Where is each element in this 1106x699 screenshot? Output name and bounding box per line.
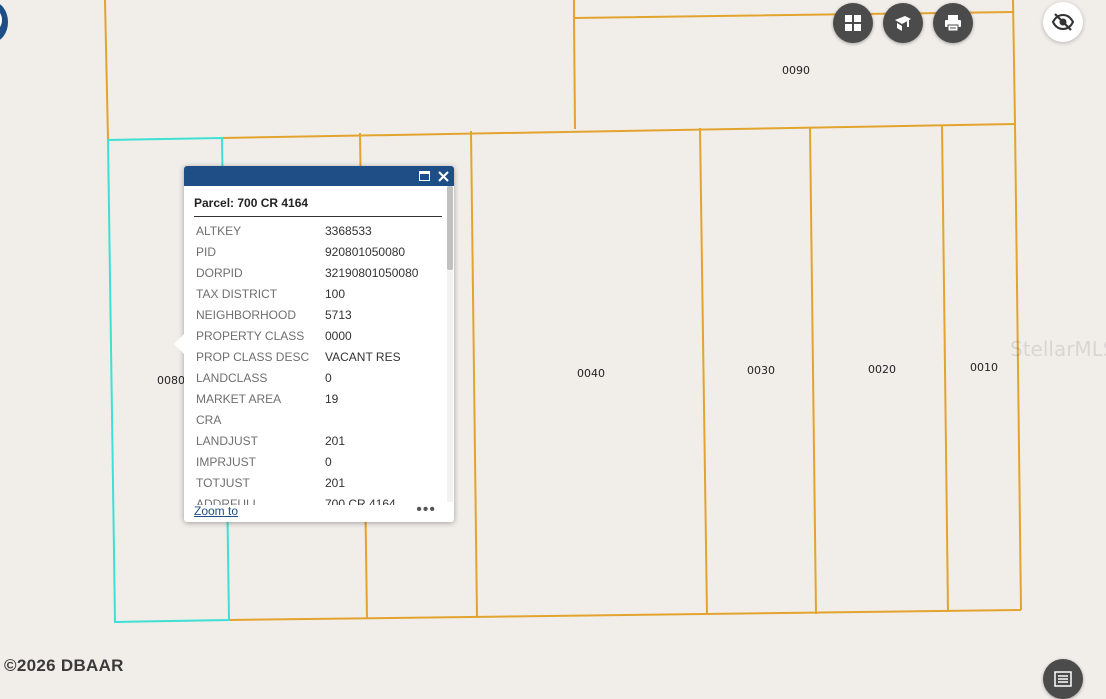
- eye-slash-icon: [1052, 13, 1074, 31]
- attribute-table: ALTKEY 3368533 PID 920801050080 DORPID 321908…: [194, 221, 446, 505]
- attribute-value: 3368533: [325, 224, 372, 238]
- attribute-key: TOTJUST: [196, 476, 250, 490]
- parcel-0090-left-boundary: [573, 17, 576, 130]
- attribute-row: DORPID 32190801050080: [194, 263, 446, 284]
- attribute-value: VACANT RES: [325, 350, 401, 364]
- attribute-key: LANDCLASS: [196, 371, 268, 385]
- parcel-far-left-boundary: [104, 0, 109, 141]
- measure-icon: [895, 16, 911, 31]
- attribute-key: TAX DISTRICT: [196, 287, 278, 301]
- parcel-label-0030: 0030: [747, 364, 775, 377]
- parcel-label-0040: 0040: [577, 367, 605, 380]
- attribute-key: ALTKEY: [196, 224, 242, 238]
- attribute-key: PROP CLASS DESC: [196, 350, 310, 364]
- attribute-key: PID: [196, 245, 217, 259]
- attribute-row: LANDJUST 201: [194, 431, 446, 452]
- maximize-icon: [418, 171, 430, 181]
- row-top-boundary: [221, 123, 1016, 139]
- layer-list-button[interactable]: [1043, 659, 1083, 699]
- attribute-row: TOTJUST 201: [194, 473, 446, 494]
- parcel-label-0010: 0010: [970, 361, 998, 374]
- basemap-gallery-button[interactable]: [833, 3, 873, 43]
- parcel-divider-5: [941, 124, 949, 613]
- attribute-key: DORPID: [196, 266, 243, 280]
- scroll-thumb[interactable]: [447, 186, 453, 270]
- parcel-label-0090: 0090: [782, 64, 810, 77]
- attribute-row: IMPRJUST 0: [194, 452, 446, 473]
- attribute-value: 100: [325, 287, 346, 301]
- attribute-value: 920801050080: [325, 245, 406, 259]
- popup-titlebar: [184, 166, 454, 186]
- attribute-row: MARKET AREA 19: [194, 389, 446, 410]
- attribute-key: LANDJUST: [196, 434, 259, 448]
- measure-button[interactable]: [883, 3, 923, 43]
- attribute-value: 0: [325, 455, 332, 469]
- close-button[interactable]: [435, 168, 451, 184]
- attribute-key: IMPRJUST: [196, 455, 256, 469]
- attribute-value: 19: [325, 392, 339, 406]
- attribute-value: 32190801050080: [325, 266, 419, 280]
- parcel-divider-3: [699, 127, 708, 616]
- zoom-to-link[interactable]: Zoom to: [194, 504, 238, 518]
- watermark: StellarMLS: [1010, 337, 1106, 361]
- parcel-divider-6: [1014, 123, 1022, 611]
- attribute-value: 201: [325, 476, 346, 490]
- attribute-key: NEIGHBORHOOD: [196, 308, 297, 322]
- attribute-key: CRA: [196, 413, 222, 427]
- basemap-gallery-icon: [845, 15, 861, 31]
- visibility-toggle-button[interactable]: [1043, 2, 1083, 42]
- attribute-value: 5713: [325, 308, 352, 322]
- parcel-popup: Parcel: 700 CR 4164 ALTKEY 3368533 PID 9208…: [174, 166, 454, 522]
- attribute-row: LANDCLASS 0: [194, 368, 446, 389]
- attribute-key: PROPERTY CLASS: [196, 329, 305, 343]
- row-bottom-boundary: [228, 609, 1022, 621]
- parcel-divider-4: [809, 126, 817, 615]
- parcel-divider-2: [470, 130, 478, 619]
- more-actions-icon[interactable]: •••: [416, 501, 436, 519]
- copyright-text: ©2026 DBAAR: [4, 656, 124, 675]
- attribute-row: NEIGHBORHOOD 5713: [194, 305, 446, 326]
- attribute-row: CRA: [194, 410, 446, 431]
- parcel-label-0020: 0020: [868, 363, 896, 376]
- attribute-key: MARKET AREA: [196, 392, 282, 406]
- popup-pointer: [174, 334, 184, 354]
- print-icon: [945, 15, 961, 32]
- attribute-row: PROP CLASS DESC VACANT RES: [194, 347, 446, 368]
- print-button[interactable]: [933, 3, 973, 43]
- attribute-row: TAX DISTRICT 100: [194, 284, 446, 305]
- popup-footer: Zoom to •••: [184, 501, 454, 522]
- parcel-0090-right-boundary: [1012, 0, 1016, 125]
- attribute-value: 0: [325, 371, 332, 385]
- attribute-value: 201: [325, 434, 346, 448]
- close-icon: [437, 170, 449, 182]
- maximize-button[interactable]: [416, 168, 432, 184]
- list-icon: [1054, 671, 1072, 687]
- attribute-row: ALTKEY 3368533: [194, 221, 446, 242]
- parcel-label-0080: 0080: [157, 374, 185, 387]
- attribute-row: PROPERTY CLASS 0000: [194, 326, 446, 347]
- popup-title: Parcel: 700 CR 4164: [194, 196, 442, 217]
- attribute-row: PID 920801050080: [194, 242, 446, 263]
- attribute-value: 0000: [325, 329, 352, 343]
- popup-scrollbar[interactable]: [447, 186, 453, 502]
- parcel-map[interactable]: [0, 0, 1106, 697]
